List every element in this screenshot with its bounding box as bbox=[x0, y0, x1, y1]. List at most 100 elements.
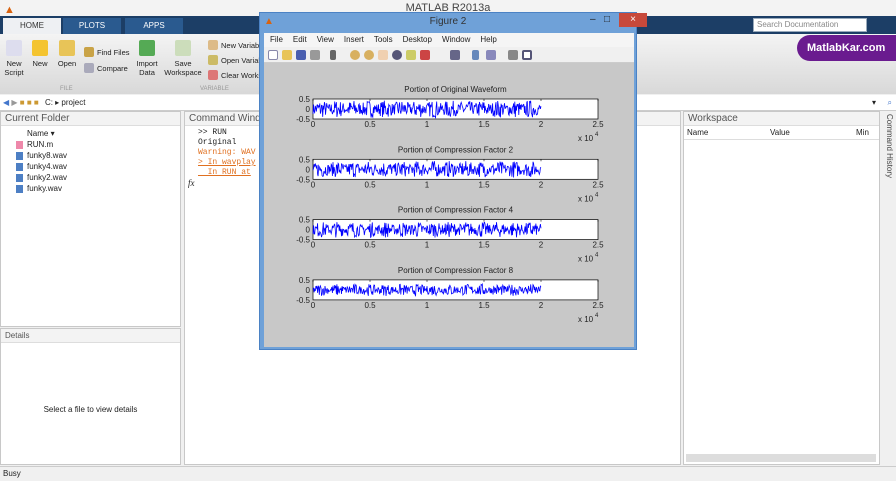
close-button[interactable]: × bbox=[619, 13, 647, 27]
save-workspace-label: Save Workspace bbox=[164, 59, 202, 77]
x-tick-label: 0.5 bbox=[364, 301, 376, 310]
menu-window[interactable]: Window bbox=[442, 35, 470, 44]
new-variable-button[interactable]: New Variable bbox=[208, 40, 265, 50]
save-icon[interactable] bbox=[296, 50, 306, 60]
x-exponent-label: 4 bbox=[595, 132, 599, 138]
col-min[interactable]: Min bbox=[856, 126, 869, 139]
x-tick-label: 1 bbox=[425, 180, 430, 189]
new-button[interactable]: New bbox=[30, 40, 50, 68]
current-folder-title: Current Folder bbox=[1, 112, 180, 126]
new-variable-icon bbox=[208, 40, 218, 50]
x-tick-label: 0.5 bbox=[364, 120, 376, 129]
brand-badge: MatlabKar.com bbox=[797, 35, 896, 61]
drive-crumb[interactable]: C: bbox=[45, 98, 53, 107]
minimize-button[interactable]: – bbox=[590, 14, 596, 25]
find-files-label: Find Files bbox=[97, 47, 130, 57]
print-icon[interactable] bbox=[310, 50, 320, 60]
x-tick-label: 2 bbox=[539, 180, 544, 189]
x-multiplier-label: x 10 bbox=[578, 255, 594, 264]
open-button[interactable]: Open bbox=[56, 40, 78, 68]
data-cursor-icon[interactable] bbox=[406, 50, 416, 60]
folder-crumb[interactable]: project bbox=[61, 98, 85, 107]
file-name: funky4.wav bbox=[27, 162, 68, 171]
new-script-button[interactable]: New Script bbox=[3, 40, 25, 77]
forward-icon[interactable]: ▶ bbox=[9, 98, 20, 107]
legend-icon[interactable] bbox=[486, 50, 496, 60]
new-script-icon bbox=[6, 40, 22, 56]
import-data-button[interactable]: Import Data bbox=[134, 40, 160, 77]
link-icon[interactable] bbox=[450, 50, 460, 60]
details-message: Select a file to view details bbox=[43, 405, 138, 414]
audio-file-icon bbox=[16, 174, 23, 182]
tab-apps[interactable]: APPS bbox=[125, 18, 183, 34]
dropdown-icon[interactable]: ▾ bbox=[872, 95, 876, 111]
horizontal-scrollbar[interactable] bbox=[686, 454, 876, 462]
menu-tools[interactable]: Tools bbox=[374, 35, 393, 44]
zoom-in-icon[interactable] bbox=[350, 50, 360, 60]
plus-icon bbox=[32, 40, 48, 56]
col-name[interactable]: Name bbox=[684, 126, 770, 139]
command-history-tab[interactable]: Command History bbox=[882, 114, 894, 184]
open-icon[interactable] bbox=[282, 50, 292, 60]
file-item[interactable]: funky.wav bbox=[1, 183, 180, 194]
matlab-logo-icon: ▲ bbox=[264, 16, 274, 27]
x-tick-label: 0 bbox=[311, 241, 316, 250]
brush-icon[interactable] bbox=[420, 50, 430, 60]
menu-insert[interactable]: Insert bbox=[344, 35, 364, 44]
save-workspace-icon bbox=[175, 40, 191, 56]
new-label: New bbox=[32, 59, 48, 68]
menu-desktop[interactable]: Desktop bbox=[403, 35, 432, 44]
search-icon[interactable]: ⌕ bbox=[888, 95, 892, 111]
menu-view[interactable]: View bbox=[317, 35, 334, 44]
new-figure-icon[interactable] bbox=[268, 50, 278, 60]
tab-home[interactable]: HOME bbox=[3, 18, 61, 34]
menu-help[interactable]: Help bbox=[480, 35, 496, 44]
current-folder-panel: Current Folder Name ▾ RUN.m funky8.wav f… bbox=[0, 111, 181, 327]
col-value[interactable]: Value bbox=[770, 126, 856, 139]
file-item[interactable]: RUN.m bbox=[1, 139, 180, 150]
fx-icon[interactable]: fx bbox=[188, 178, 195, 188]
import-data-label: Import Data bbox=[136, 59, 158, 77]
y-tick-label: 0.5 bbox=[299, 276, 311, 285]
workspace-header: Name Value Min bbox=[684, 126, 879, 140]
details-title: Details bbox=[1, 329, 180, 343]
maximize-button[interactable]: □ bbox=[604, 14, 610, 25]
zoom-out-icon[interactable] bbox=[364, 50, 374, 60]
file-name: funky2.wav bbox=[27, 173, 68, 182]
x-tick-label: 0 bbox=[311, 180, 316, 189]
subplot-title: Portion of Original Waveform bbox=[404, 85, 507, 94]
file-item[interactable]: funky4.wav bbox=[1, 161, 180, 172]
figure-canvas: Portion of Original Waveform 0 0.5 1 1.5 2 2.5… bbox=[264, 63, 634, 347]
x-tick-label: 1.5 bbox=[478, 120, 490, 129]
subplots: Portion of Original Waveform 0 0.5 1 1.5 2 2.5… bbox=[296, 85, 604, 324]
name-column-header[interactable]: Name ▾ bbox=[1, 128, 180, 139]
x-exponent-label: 4 bbox=[595, 313, 599, 319]
file-name: funky8.wav bbox=[27, 151, 68, 160]
x-tick-label: 2.5 bbox=[592, 120, 604, 129]
x-tick-label: 0.5 bbox=[364, 241, 376, 250]
menu-edit[interactable]: Edit bbox=[293, 35, 307, 44]
audio-file-icon bbox=[16, 163, 23, 171]
rotate-icon[interactable] bbox=[392, 50, 402, 60]
pointer-icon[interactable] bbox=[330, 50, 336, 60]
file-item[interactable]: funky2.wav bbox=[1, 172, 180, 183]
x-tick-label: 2.5 bbox=[592, 241, 604, 250]
subplot-title: Portion of Compression Factor 4 bbox=[398, 206, 514, 215]
x-tick-label: 1.5 bbox=[478, 301, 490, 310]
x-tick-label: 1.5 bbox=[478, 180, 490, 189]
x-tick-label: 0 bbox=[311, 301, 316, 310]
compare-button[interactable]: Compare bbox=[84, 63, 128, 73]
file-item[interactable]: funky8.wav bbox=[1, 150, 180, 161]
show-tools-icon[interactable] bbox=[522, 50, 532, 60]
file-name: funky.wav bbox=[27, 184, 62, 193]
x-tick-label: 0 bbox=[311, 120, 316, 129]
hide-tools-icon[interactable] bbox=[508, 50, 518, 60]
save-workspace-button[interactable]: Save Workspace bbox=[164, 40, 202, 77]
colorbar-icon[interactable] bbox=[472, 50, 479, 60]
menu-file[interactable]: File bbox=[270, 35, 283, 44]
x-exponent-label: 4 bbox=[595, 253, 599, 259]
search-documentation-input[interactable]: Search Documentation bbox=[753, 18, 867, 32]
pan-icon[interactable] bbox=[378, 50, 388, 60]
tab-plots[interactable]: PLOTS bbox=[63, 18, 121, 34]
find-files-button[interactable]: Find Files bbox=[84, 47, 130, 57]
